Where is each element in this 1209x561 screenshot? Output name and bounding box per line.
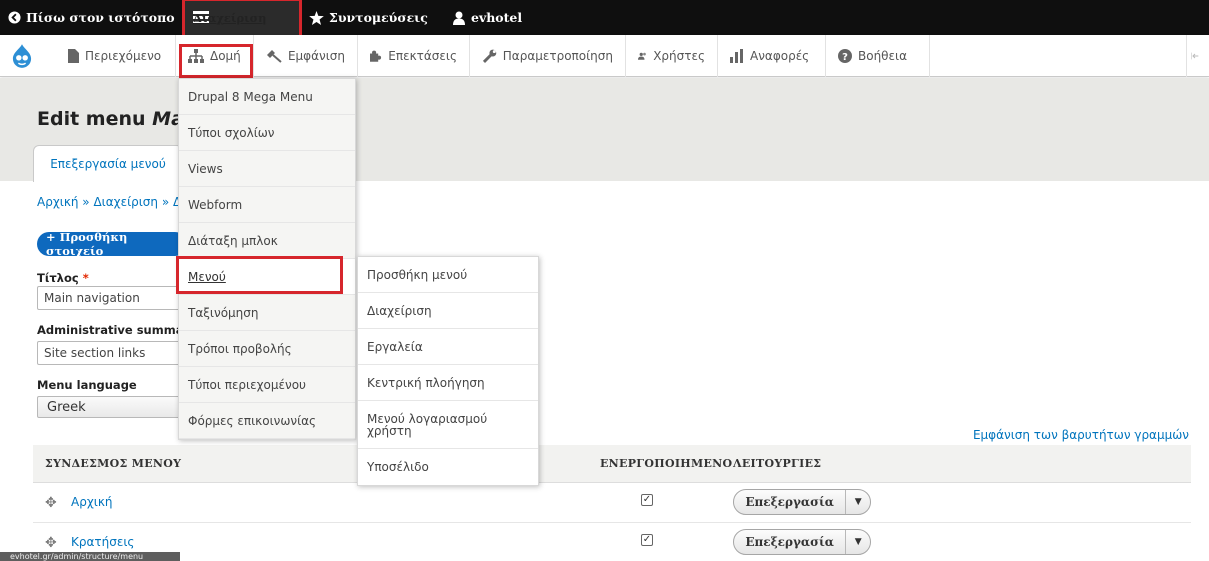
menus-submenu: Προσθήκη μενού Διαχείριση Εργαλεία Κεντρ…	[357, 256, 539, 486]
dropdown-toggle-icon[interactable]: ▼	[846, 530, 870, 554]
file-icon	[68, 49, 79, 63]
shortcuts-label: Συντομεύσεις	[329, 10, 428, 25]
enabled-checkbox[interactable]: ✓	[641, 534, 653, 546]
summary-field-label: Administrative summary	[37, 323, 197, 337]
title-field[interactable]: Main navigation	[37, 286, 197, 310]
menu-item-taxonomy[interactable]: Ταξινόμηση	[179, 295, 355, 331]
tray-item-people-label: Χρήστες	[653, 49, 705, 63]
admin-tray: Περιεχόμενο Δομή Εμφάνιση Επεκτάσεις Παρ…	[0, 35, 1209, 77]
shortcuts-tab[interactable]: Συντομεύσεις	[309, 0, 428, 35]
manage-label: Διαχείριση	[193, 10, 267, 25]
drag-handle-icon[interactable]: ✥	[45, 535, 57, 551]
tray-orientation-toggle[interactable]	[1186, 35, 1209, 77]
tray-item-configuration-label: Παραμετροποίηση	[502, 49, 613, 63]
tray-item-content-label: Περιεχόμενο	[85, 49, 162, 63]
people-icon	[638, 52, 646, 60]
user-label: evhotel	[471, 10, 523, 25]
star-icon	[309, 10, 324, 25]
operations-dropbutton: Επεξεργασία ▼	[733, 529, 871, 555]
tray-item-reports-label: Αναφορές	[750, 49, 810, 63]
table-row: ✥ Κρατήσεις ✓ Επεξεργασία ▼	[33, 523, 1191, 561]
header-enabled: ΕΝΕΡΓΟΠΟΙΗΜΕΝΟ	[600, 457, 733, 470]
enabled-checkbox[interactable]: ✓	[641, 494, 653, 506]
admin-toolbar: Πίσω στον ιστότοπο Διαχείριση Συντομεύσε…	[0, 0, 1209, 35]
menu-item-display-modes[interactable]: Τρόποι προβολής	[179, 331, 355, 367]
page-title: Edit menu Mai	[37, 108, 190, 130]
menu-item-mega-menu[interactable]: Drupal 8 Mega Menu	[179, 79, 355, 115]
required-marker: *	[82, 271, 89, 285]
menu-item-views[interactable]: Views	[179, 151, 355, 187]
menu-item-comment-types[interactable]: Τύποι σχολίων	[179, 115, 355, 151]
language-select[interactable]: Greek	[37, 396, 197, 418]
submenu-item-tools[interactable]: Εργαλεία	[358, 329, 538, 365]
tray-item-content[interactable]: Περιεχόμενο	[56, 35, 176, 77]
operations-dropbutton: Επεξεργασία ▼	[733, 489, 871, 515]
back-label: Πίσω στον ιστότοπο	[26, 10, 175, 25]
tray-item-extend[interactable]: Επεκτάσεις	[358, 35, 470, 77]
menu-link[interactable]: Κρατήσεις	[71, 535, 134, 549]
menu-item-webform[interactable]: Webform	[179, 187, 355, 223]
tray-item-people[interactable]: Χρήστες	[626, 35, 718, 77]
back-to-site-link[interactable]: Πίσω στον ιστότοπο	[8, 0, 175, 35]
title-label-text: Τίτλος	[37, 271, 79, 285]
submenu-item-footer[interactable]: Υποσέλιδο	[358, 449, 538, 485]
svg-text:?: ?	[842, 52, 848, 63]
user-icon	[453, 11, 465, 25]
tab-edit-menu[interactable]: Επεξεργασία μενού	[33, 145, 183, 182]
drupal-logo[interactable]	[0, 35, 50, 77]
tray-item-help-label: Βοήθεια	[858, 49, 907, 63]
breadcrumb[interactable]: Αρχική » Διαχείριση » Δ	[37, 195, 181, 209]
table-row: ✥ Αρχική ✓ Επεξεργασία ▼	[33, 483, 1191, 523]
edit-button[interactable]: Επεξεργασία	[734, 490, 847, 514]
orientation-arrow-icon	[1191, 52, 1199, 60]
user-tab[interactable]: evhotel	[452, 0, 522, 35]
tray-item-help[interactable]: ? Βοήθεια	[826, 35, 930, 77]
tray-item-appearance-label: Εμφάνιση	[287, 49, 345, 63]
dropdown-toggle-icon[interactable]: ▼	[846, 490, 870, 514]
wrench-icon	[482, 49, 497, 63]
show-row-weights-link[interactable]: Εμφάνιση των βαρυτήτων γραμμών	[973, 428, 1189, 442]
tray-item-structure[interactable]: Δομή	[176, 35, 254, 77]
back-arrow-icon	[8, 11, 21, 24]
bars-icon	[730, 49, 743, 63]
summary-field[interactable]: Site section links	[37, 341, 197, 365]
submenu-item-add-menu[interactable]: Προσθήκη μενού	[358, 257, 538, 293]
header-operations: ΛΕΙΤΟΥΡΓΙΕΣ	[733, 457, 822, 470]
menu-item-menus[interactable]: Μενού	[179, 259, 355, 295]
status-bar-url: evhotel.gr/admin/structure/menu	[0, 552, 180, 561]
title-prefix: Edit menu	[37, 108, 153, 130]
header-menu-link: ΣΥΝΔΕΣΜΟΣ ΜΕΝΟΥ	[45, 457, 182, 470]
title-field-label: Τίτλος *	[37, 271, 89, 285]
submenu-item-main-navigation[interactable]: Κεντρική πλοήγηση	[358, 365, 538, 401]
menu-item-block-layout[interactable]: Διάταξη μπλοκ	[179, 223, 355, 259]
help-icon: ?	[838, 49, 852, 63]
tray-item-structure-label: Δομή	[210, 49, 241, 63]
sitemap-icon	[188, 49, 204, 63]
table-header: ΣΥΝΔΕΣΜΟΣ ΜΕΝΟΥ ΕΝΕΡΓΟΠΟΙΗΜΕΝΟ ΛΕΙΤΟΥΡΓΙ…	[33, 445, 1191, 483]
drupal-drop-icon	[12, 44, 32, 68]
tray-item-appearance[interactable]: Εμφάνιση	[254, 35, 358, 77]
submenu-item-user-account-menu[interactable]: Μενού λογαριασμού χρήστη	[358, 401, 538, 449]
edit-button[interactable]: Επεξεργασία	[734, 530, 847, 554]
menu-link[interactable]: Αρχική	[71, 495, 113, 509]
page-root: Πίσω στον ιστότοπο Διαχείριση Συντομεύσε…	[0, 0, 1209, 561]
tray-item-extend-label: Επεκτάσεις	[388, 49, 457, 63]
puzzle-icon	[370, 50, 382, 62]
manage-tab[interactable]: Διαχείριση	[183, 0, 300, 35]
tray-item-configuration[interactable]: Παραμετροποίηση	[470, 35, 626, 77]
menu-item-content-types[interactable]: Τύποι περιεχομένου	[179, 367, 355, 403]
structure-dropdown: Drupal 8 Mega Menu Τύποι σχολίων Views W…	[178, 78, 356, 440]
brush-icon	[266, 50, 282, 63]
language-field-label: Menu language	[37, 378, 137, 392]
drag-handle-icon[interactable]: ✥	[45, 495, 57, 511]
menu-item-contact-forms[interactable]: Φόρμες επικοινωνίας	[179, 403, 355, 439]
add-link-button[interactable]: + Προσθήκη στοιχείο	[37, 230, 187, 258]
tray-item-reports[interactable]: Αναφορές	[718, 35, 826, 77]
submenu-item-admin[interactable]: Διαχείριση	[358, 293, 538, 329]
